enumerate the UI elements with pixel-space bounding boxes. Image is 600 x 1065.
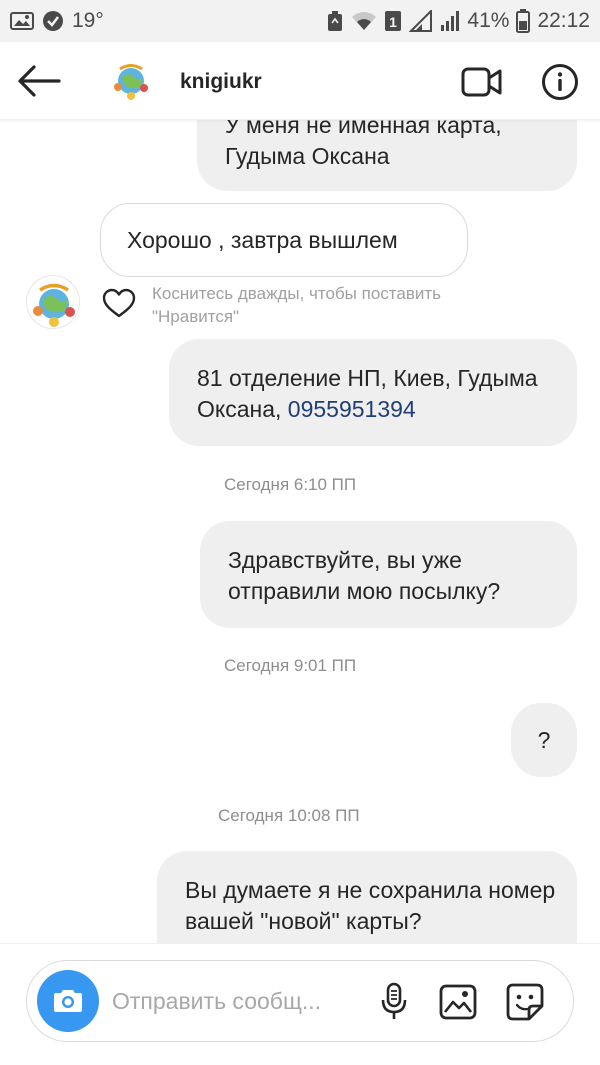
- message-input[interactable]: [112, 981, 362, 1021]
- message-bubble-outgoing[interactable]: Здравствуйте, вы уже отправили мою посыл…: [200, 521, 577, 628]
- sim-badge-label: 1: [390, 14, 398, 30]
- battery-icon: [516, 9, 531, 33]
- message-bubble-outgoing[interactable]: ?: [511, 703, 577, 777]
- message-bubble-incoming[interactable]: Хорошо , завтра вышлем: [100, 203, 468, 277]
- message-list[interactable]: У меня не именная карта, Гудыма Оксана Х…: [0, 120, 600, 943]
- camera-icon: [54, 990, 82, 1012]
- sim-badge: 1: [384, 10, 402, 32]
- composer-bar: [0, 943, 600, 1065]
- sticker-icon: [506, 983, 544, 1021]
- signal-icon-1: [409, 10, 433, 32]
- avatar[interactable]: [108, 57, 154, 103]
- sticker-button[interactable]: [503, 979, 547, 1025]
- phone-number-link[interactable]: 0955951394: [288, 396, 416, 422]
- message-bubble-outgoing[interactable]: У меня не именная карта, Гудыма Оксана: [197, 120, 577, 191]
- chat-username[interactable]: knigiukr: [180, 70, 262, 94]
- message-bubble-outgoing[interactable]: Вы думаете я не сохранила номер вашей "н…: [157, 851, 577, 943]
- clock: 22:12: [537, 9, 590, 32]
- signal-icon-2: [440, 10, 460, 32]
- microphone-button[interactable]: [372, 979, 416, 1025]
- camera-button[interactable]: [37, 970, 99, 1032]
- timestamp: Сегодня 6:10 ПП: [224, 475, 357, 494]
- heart-outline-icon: [102, 288, 136, 318]
- like-hint: Коснитесь дважды, чтобы поставить "Нрави…: [152, 284, 442, 326]
- info-button[interactable]: [538, 60, 582, 104]
- composer: [26, 960, 574, 1042]
- chat-header: knigiukr: [0, 42, 600, 120]
- status-bar: 19° 1 41% 22:12: [0, 0, 600, 42]
- status-left: 19°: [10, 9, 104, 33]
- like-button[interactable]: [100, 285, 138, 321]
- video-call-button[interactable]: [460, 60, 504, 104]
- microphone-icon: [381, 982, 407, 1019]
- gallery-button[interactable]: [436, 979, 480, 1025]
- status-right: 1 41% 22:12: [326, 9, 590, 33]
- sender-avatar[interactable]: [26, 275, 80, 329]
- image-icon: [439, 984, 477, 1020]
- battery-percent: 41%: [467, 9, 510, 32]
- gallery-notification-icon: [10, 11, 34, 31]
- info-circle-icon: [542, 64, 578, 100]
- back-button[interactable]: [16, 59, 62, 103]
- timestamp: Сегодня 10:08 ПП: [218, 806, 360, 825]
- timestamp: Сегодня 9:01 ПП: [224, 656, 357, 675]
- message-bubble-outgoing[interactable]: 81 отделение НП, Киев, Гудыма Оксана, 09…: [169, 339, 577, 446]
- temperature: 19°: [72, 9, 104, 32]
- done-circle-icon: [42, 10, 64, 32]
- recycle-icon: [326, 10, 344, 32]
- wifi-icon: [351, 10, 377, 32]
- video-camera-icon: [461, 67, 502, 97]
- arrow-left-icon: [18, 65, 61, 97]
